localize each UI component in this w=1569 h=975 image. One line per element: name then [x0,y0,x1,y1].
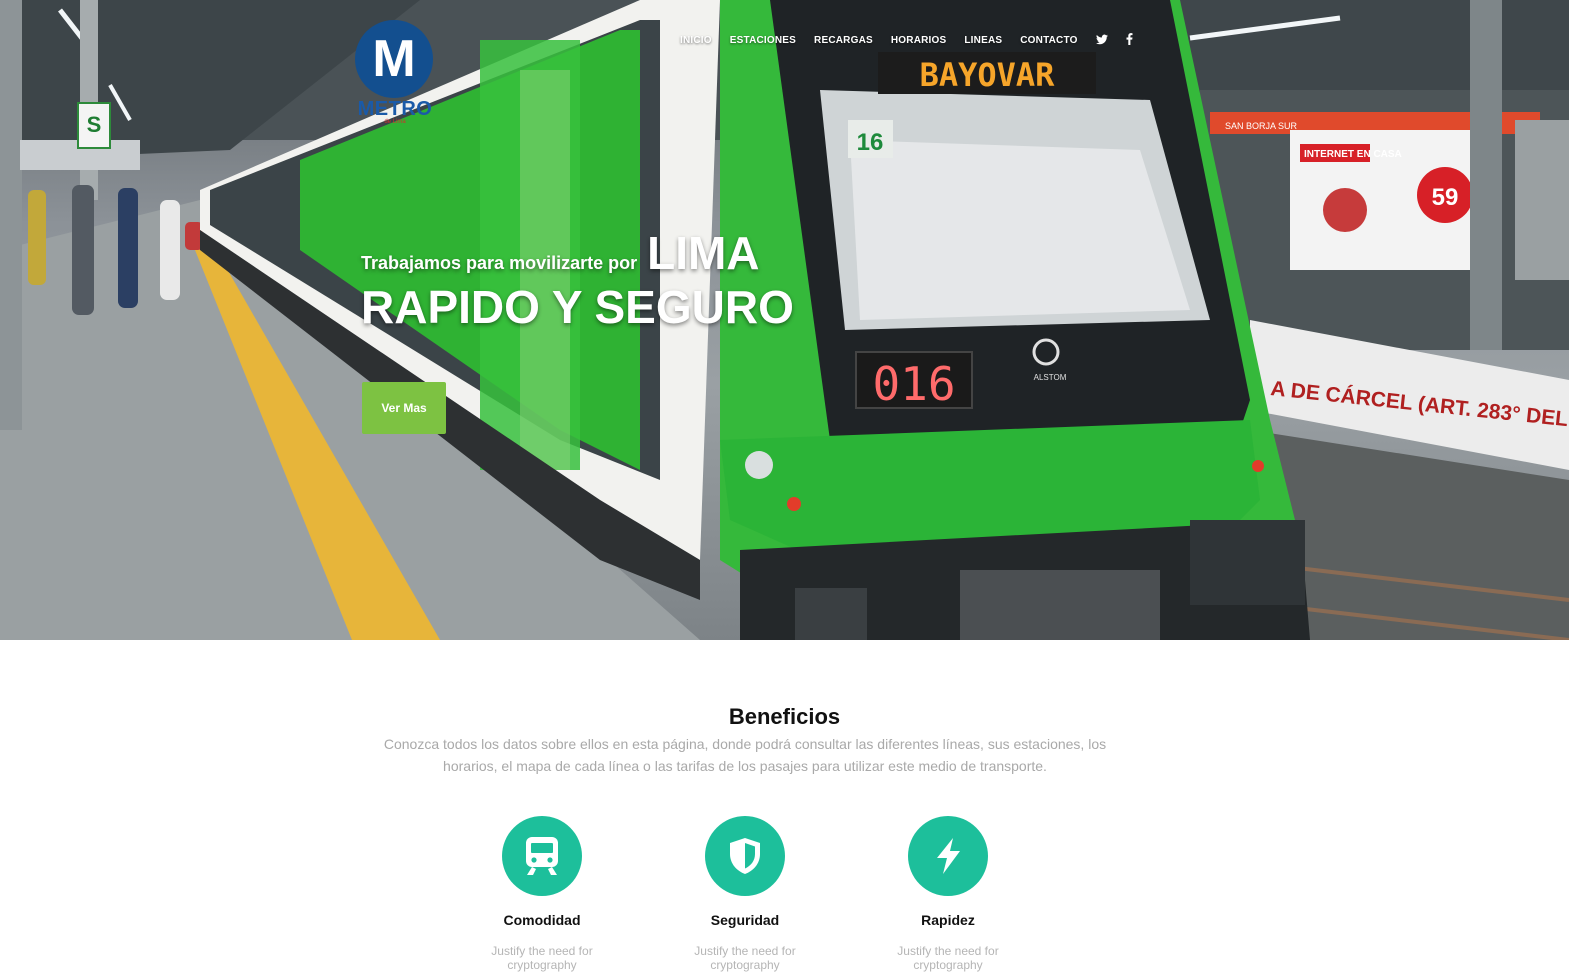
led-number: 016 [872,357,955,411]
benefit-title: Rapidez [921,912,975,928]
nav-item-inicio[interactable]: INICIO [680,35,712,46]
benefit-title: Comodidad [503,912,581,928]
facebook-icon[interactable] [1126,33,1133,48]
benefits-description: Conozca todos los datos sobre ellos en e… [383,736,1107,774]
site-logo[interactable]: M METRO de Lima [353,18,437,128]
shield-icon [705,816,785,896]
benefit-text: Justify the need for cryptography [897,944,999,972]
benefit-card-comodidad: Comodidad Justify the need for cryptogra… [467,816,617,972]
benefit-title: Seguridad [710,912,780,928]
benefit-card-rapidez: Rapidez Justify the need for cryptograph… [873,816,1023,972]
benefit-text: Justify the need for cryptography [491,944,593,972]
nav-item-horarios[interactable]: HORARIOS [891,35,947,46]
ver-mas-button[interactable]: Ver Mas [362,382,446,434]
benefit-text: Justify the need for cryptography [694,944,796,972]
ad-price: 59 [1432,184,1459,211]
nav-item-lineas[interactable]: LINEAS [964,35,1002,46]
platform-sign: S [87,112,102,137]
logo-name: METRO [357,98,433,120]
hero-tagline: Trabajamos para movilizarte por [361,253,638,273]
benefit-card-seguridad: Seguridad Justify the need for cryptogra… [670,816,820,972]
hero-subheadline: RAPIDO Y SEGURO [361,281,794,333]
destination-sign: BAYOVAR [920,56,1056,94]
bolt-icon [908,816,988,896]
hero-banner: S SAN BORJA SUR INTERNET EN CASA 59 A DE… [0,0,1569,640]
train-icon [502,816,582,896]
hero-headline: Trabajamos para movilizarte por LIMA [361,226,760,280]
car-number: 16 [857,129,884,156]
logo-subtitle: de Lima [384,119,406,125]
ad-title: INTERNET EN CASA [1304,149,1402,160]
nav-item-estaciones[interactable]: ESTACIONES [730,35,796,46]
station-sign: SAN BORJA SUR [1225,121,1298,131]
main-nav: INICIO ESTACIONES RECARGAS HORARIOS LINE… [680,33,1151,48]
twitter-icon[interactable] [1095,34,1108,48]
benefits-title: Beneficios [728,704,841,729]
nav-item-recargas[interactable]: RECARGAS [814,35,873,46]
logo-m-badge: M [355,20,433,98]
maker-logo: ALSTOM [1034,373,1067,382]
hero-city: LIMA [647,227,760,279]
nav-item-contacto[interactable]: CONTACTO [1020,35,1077,46]
